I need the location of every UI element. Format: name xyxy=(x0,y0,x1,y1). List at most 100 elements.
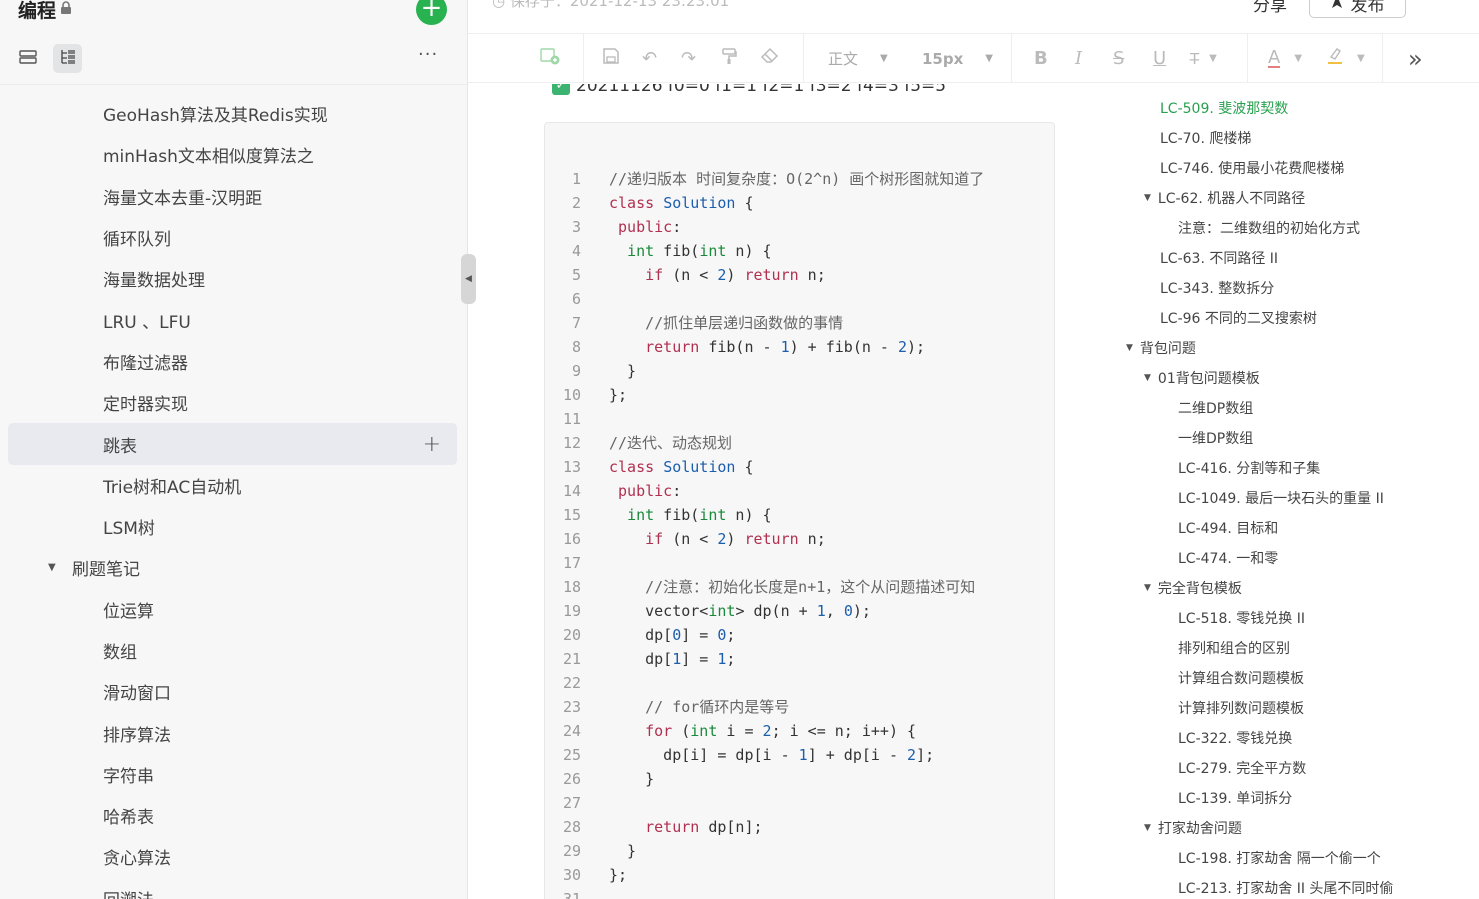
code-line: 19 vector<int> dp(n + 1, 0); xyxy=(545,599,1054,623)
tree-item[interactable]: 滑动窗口 xyxy=(8,671,457,712)
format-painter-icon xyxy=(720,47,738,70)
redo-icon: ↷ xyxy=(681,48,697,69)
tree-item[interactable]: LRU 、LFU xyxy=(8,299,457,340)
tree-item[interactable]: 贪心算法 xyxy=(8,836,457,877)
outline-item-label: LC-213. 打家劫舍 II 头尾不同时偷 xyxy=(1178,881,1394,897)
outline-item[interactable]: 注意：二维数组的初始化方式 xyxy=(1178,218,1360,238)
code-text: return dp[n]; xyxy=(645,818,763,836)
outline-item[interactable]: 排列和组合的区别 xyxy=(1178,638,1290,658)
undo-button[interactable]: ↶ xyxy=(642,34,657,83)
chevron-left-icon: ◀ xyxy=(465,274,472,284)
tree-item[interactable]: 海量数据处理 xyxy=(8,258,457,299)
outline-item[interactable]: LC-279. 完全平方数 xyxy=(1178,758,1306,778)
outline-item[interactable]: LC-474. 一和零 xyxy=(1178,548,1278,568)
caret-down-icon[interactable]: ▼ xyxy=(48,562,56,573)
tree-item[interactable]: Trie树和AC自动机 xyxy=(8,465,457,506)
outline-item[interactable]: ▼ 完全背包模板 xyxy=(1144,578,1242,598)
tree-item[interactable]: 循环队列 xyxy=(8,217,457,258)
tree-view-button[interactable] xyxy=(53,44,82,73)
outline-item[interactable]: LC-198. 打家劫舍 隔一个偷一个 xyxy=(1178,848,1381,868)
outline-item[interactable]: LC-494. 目标和 xyxy=(1178,518,1278,538)
tree-item[interactable]: 布隆过滤器 xyxy=(8,341,457,382)
outline-item[interactable]: LC-322. 零钱兑换 xyxy=(1178,728,1292,748)
task-item: ✓ 20211126 f0=0 f1=1 f2=1 f3=2 f4=3 f5=5 xyxy=(552,84,946,96)
tree-group[interactable]: ▼ 刷题笔记 xyxy=(8,547,457,588)
tree-item[interactable]: 回溯法 xyxy=(8,878,457,899)
format-painter-button[interactable] xyxy=(720,34,738,83)
outline-item-label: LC-1049. 最后一块石头的重量 II xyxy=(1178,491,1384,507)
outline-item[interactable]: LC-96 不同的二叉搜索树 xyxy=(1160,308,1317,328)
tree-item[interactable]: 跳表 + xyxy=(8,423,457,465)
tree-item-label: 数组 xyxy=(103,643,137,663)
share-button[interactable]: 分享 xyxy=(1253,0,1287,16)
outline-item[interactable]: LC-416. 分割等和子集 xyxy=(1178,458,1320,478)
tree-item[interactable]: 数组 xyxy=(8,630,457,671)
highlighter-icon xyxy=(1327,47,1343,70)
add-child-icon[interactable]: + xyxy=(423,432,441,457)
tree-item[interactable]: GeoHash算法及其Redis实现 xyxy=(8,93,457,134)
outline-item[interactable]: 计算排列数问题模板 xyxy=(1178,698,1304,718)
tree-item[interactable]: 位运算 xyxy=(8,589,457,630)
outline-item[interactable]: LC-70. 爬楼梯 xyxy=(1160,128,1251,148)
publish-button[interactable]: 发布 xyxy=(1309,0,1406,18)
tree-item-label: 哈希表 xyxy=(103,808,154,829)
code-text: dp[1] = 1; xyxy=(609,650,736,668)
code-line: 8 return fib(n - 1) + fib(n - 2); xyxy=(545,335,1054,359)
caret-down-icon[interactable]: ▼ xyxy=(1144,583,1151,593)
font-size-select[interactable]: 15px ▼ xyxy=(922,34,993,83)
clock-icon: ◷ xyxy=(492,0,506,10)
redo-button[interactable]: ↷ xyxy=(681,34,696,83)
outline-item[interactable]: LC-1049. 最后一块石头的重量 II xyxy=(1178,488,1384,508)
outline-item[interactable]: LC-213. 打家劫舍 II 头尾不同时偷 xyxy=(1178,878,1393,898)
sidebar-more-button[interactable]: ··· xyxy=(418,44,438,65)
paragraph-style-select[interactable]: 正文 ▼ xyxy=(828,34,888,83)
save-button[interactable] xyxy=(602,34,620,83)
caret-down-icon[interactable]: ▼ xyxy=(1144,823,1151,833)
tree-item[interactable]: LSM树 xyxy=(8,506,457,547)
outline-item-label: 计算组合数问题模板 xyxy=(1178,671,1304,687)
outline-item[interactable]: ▼ 打家劫舍问题 xyxy=(1144,818,1242,838)
checkbox-checked-icon[interactable]: ✓ xyxy=(552,84,570,95)
outline-item[interactable]: ▼ 背包问题 xyxy=(1126,338,1196,358)
tree-item-label: minHash文本相似度算法之 xyxy=(103,147,314,168)
outline-item[interactable]: ▼ 01背包问题模板 xyxy=(1144,368,1260,388)
outline-item[interactable]: LC-746. 使用最小花费爬楼梯 xyxy=(1160,158,1344,178)
outline-item[interactable]: 一维DP数组 xyxy=(1178,428,1253,448)
line-number: 30 xyxy=(562,866,581,884)
code-line: 7 //抓住单层递归函数做的事情 xyxy=(545,311,1054,335)
outline-item[interactable]: ▼ LC-62. 机器人不同路径 xyxy=(1144,188,1305,208)
outline-item[interactable]: LC-518. 零钱兑换 II xyxy=(1178,608,1305,628)
more-options-button[interactable]: ··· xyxy=(1429,0,1451,10)
tree-item[interactable]: minHash文本相似度算法之 xyxy=(8,134,457,175)
line-number: 24 xyxy=(562,722,581,740)
tree-item[interactable]: 海量文本去重-汉明距 xyxy=(8,176,457,217)
add-note-button[interactable]: + xyxy=(416,0,447,25)
insert-block-button[interactable] xyxy=(540,34,560,83)
caret-down-icon[interactable]: ▼ xyxy=(1144,193,1151,203)
list-view-button[interactable] xyxy=(13,44,42,73)
list-view-icon xyxy=(18,49,37,68)
sidebar-divider xyxy=(0,84,467,85)
plus-icon: + xyxy=(420,0,443,23)
italic-button[interactable]: I xyxy=(1075,34,1082,83)
code-line: 20 dp[0] = 0; xyxy=(545,623,1054,647)
outline-item[interactable]: 计算组合数问题模板 xyxy=(1178,668,1304,688)
tree-item[interactable]: 定时器实现 xyxy=(8,382,457,423)
caret-down-icon[interactable]: ▼ xyxy=(1126,343,1133,353)
outline-item[interactable]: LC-509. 斐波那契数 xyxy=(1160,98,1288,118)
code-text: int fib(int n) { xyxy=(627,242,772,260)
bold-button[interactable]: B xyxy=(1034,34,1048,83)
code-line: 22 xyxy=(545,671,1054,695)
outline-item[interactable]: 二维DP数组 xyxy=(1178,398,1253,418)
tree-item[interactable]: 字符串 xyxy=(8,754,457,795)
code-block[interactable]: 1 //递归版本 时间复杂度：O(2^n) 画个树形图就知道了 2 class Sol… xyxy=(544,122,1055,899)
outline-item[interactable]: LC-139. 单词拆分 xyxy=(1178,788,1292,808)
clear-format-button[interactable] xyxy=(760,34,779,83)
outline-item[interactable]: LC-63. 不同路径 II xyxy=(1160,248,1278,268)
code-line: 28 return dp[n]; xyxy=(545,815,1054,839)
outline-item[interactable]: LC-343. 整数拆分 xyxy=(1160,278,1274,298)
tree-item[interactable]: 哈希表 xyxy=(8,795,457,836)
tree-item[interactable]: 排序算法 xyxy=(8,712,457,753)
collapse-sidebar-handle[interactable]: ◀ xyxy=(461,254,476,304)
caret-down-icon[interactable]: ▼ xyxy=(1144,373,1151,383)
